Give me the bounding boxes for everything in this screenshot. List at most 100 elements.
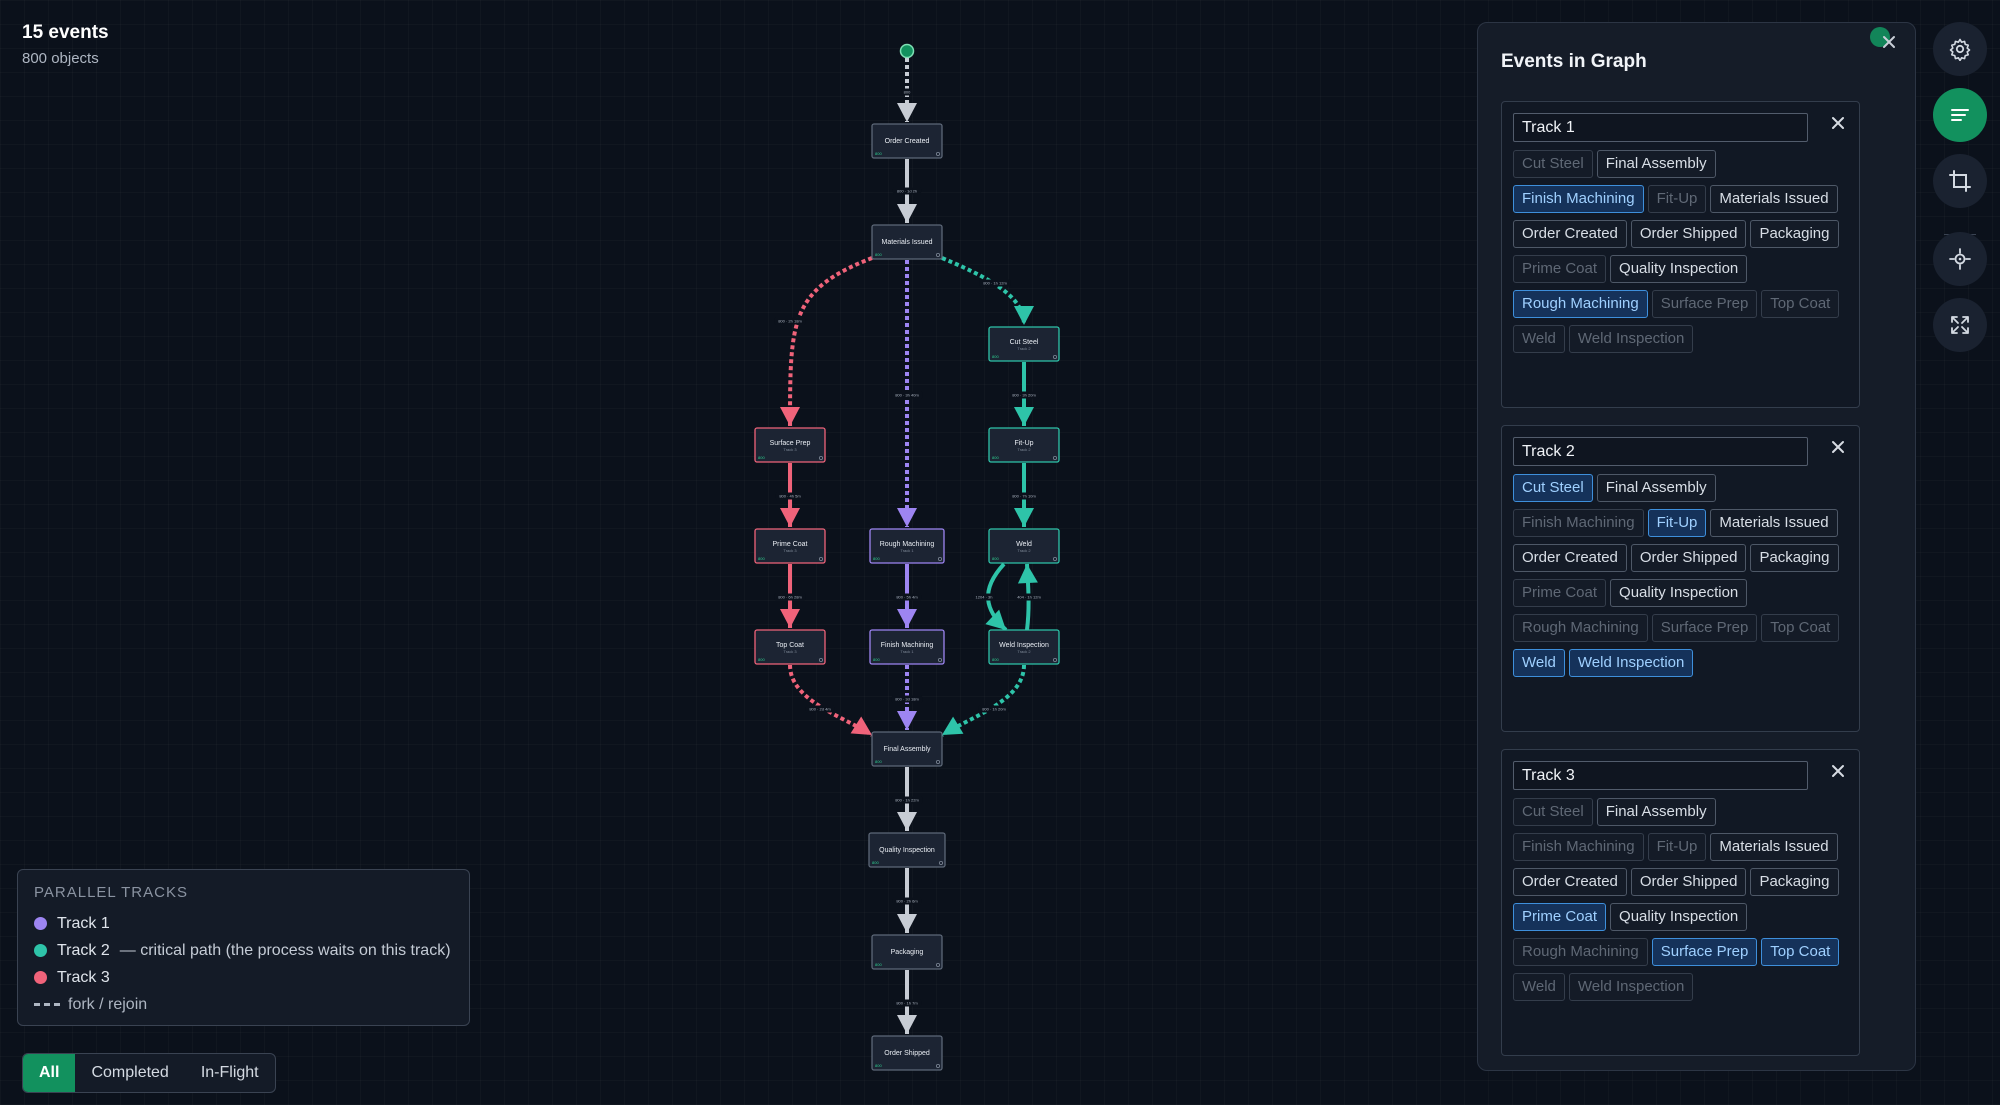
- arrowhead-icon: [897, 711, 917, 730]
- event-chip[interactable]: Packaging: [1750, 220, 1839, 248]
- event-chip[interactable]: Cut Steel: [1513, 798, 1593, 826]
- node-order-created[interactable]: Order Created 800: [871, 123, 943, 159]
- event-chip[interactable]: Weld: [1513, 649, 1565, 677]
- event-chip[interactable]: Order Shipped: [1630, 868, 1747, 896]
- node-count: 800: [873, 556, 880, 561]
- node-packaging[interactable]: Packaging 800: [871, 934, 943, 970]
- event-chip[interactable]: Top Coat: [1761, 938, 1840, 966]
- edge-materials-issued-to-rough-machining[interactable]: 800 · 3h 40m: [891, 260, 923, 527]
- event-chip[interactable]: Quality Inspection: [1610, 579, 1748, 607]
- event-chip[interactable]: Final Assembly: [1596, 150, 1716, 178]
- event-chip[interactable]: Prime Coat: [1513, 255, 1607, 283]
- event-chip[interactable]: Order Created: [1513, 220, 1627, 248]
- close-panel-button[interactable]: [1881, 33, 1897, 56]
- edge-cut-steel-to-fit-up[interactable]: 800 · 3h 20m: [1008, 362, 1040, 426]
- edge-weld-to-weld-inspection[interactable]: 1204 · 3h: [972, 562, 1008, 632]
- event-chip[interactable]: Prime Coat: [1513, 903, 1607, 931]
- remove-track-button[interactable]: [1831, 114, 1845, 135]
- track-card-1: Track 1 Cut Steel Final Assembly Finish Ma…: [1501, 101, 1860, 408]
- node-rough-machining[interactable]: Rough MachiningTrack 1 800: [869, 528, 945, 564]
- edge-order-created-to-materials-issued[interactable]: 800 · 1d 2h: [892, 159, 922, 223]
- event-chip[interactable]: Rough Machining: [1513, 290, 1648, 318]
- track-name-input[interactable]: Track 3: [1513, 761, 1808, 790]
- list-button[interactable]: [1933, 88, 1987, 142]
- event-chip[interactable]: Surface Prep: [1651, 614, 1758, 642]
- edge-rough-machining-to-finish-machining[interactable]: 800 · 5h 4m: [892, 564, 922, 628]
- settings-button[interactable]: [1933, 22, 1987, 76]
- event-chip[interactable]: Quality Inspection: [1610, 255, 1748, 283]
- fullscreen-button[interactable]: [1933, 298, 1987, 352]
- event-chip[interactable]: Order Shipped: [1630, 220, 1747, 248]
- edge-materials-issued-to-surface-prep[interactable]: 800 · 2h 18m: [774, 256, 873, 427]
- event-chip[interactable]: Finish Machining: [1513, 509, 1644, 537]
- edge-final-assembly-to-quality-inspection[interactable]: 800 · 1h 22m: [891, 767, 923, 831]
- node-order-shipped[interactable]: Order Shipped 800: [871, 1035, 943, 1071]
- node-quality-inspection[interactable]: Quality Inspection 800: [868, 832, 946, 868]
- event-chip[interactable]: Rough Machining: [1513, 938, 1648, 966]
- edge-finish-machining-to-final-assembly[interactable]: 800 · 3d 18m: [891, 665, 923, 730]
- edge-prime-coat-to-top-coat[interactable]: 800 · 6h 28m: [774, 564, 806, 628]
- event-chip[interactable]: Fit-Up: [1647, 833, 1707, 861]
- event-chip[interactable]: Order Created: [1513, 868, 1627, 896]
- event-chip[interactable]: Materials Issued: [1710, 833, 1838, 861]
- event-chip[interactable]: Finish Machining: [1513, 185, 1644, 213]
- remove-track-button[interactable]: [1831, 438, 1845, 459]
- event-chip[interactable]: Rough Machining: [1513, 614, 1648, 642]
- event-chip[interactable]: Quality Inspection: [1610, 903, 1748, 931]
- event-chip[interactable]: Order Shipped: [1630, 544, 1747, 572]
- edge-start-to-order-created[interactable]: 800: [897, 58, 917, 122]
- node-fit-up[interactable]: Fit-UpTrack 2 800: [988, 427, 1060, 463]
- edge-materials-issued-to-cut-steel[interactable]: 800 · 1h 12m: [941, 256, 1034, 326]
- event-chip[interactable]: Order Created: [1513, 544, 1627, 572]
- event-chip[interactable]: Fit-Up: [1647, 185, 1707, 213]
- edge-weld-inspection-to-weld[interactable]: 404 · 1h 12m: [1013, 563, 1045, 631]
- node-prime-coat[interactable]: Prime CoatTrack 3 800: [754, 528, 826, 564]
- event-chip[interactable]: Materials Issued: [1710, 509, 1838, 537]
- event-chip[interactable]: Packaging: [1750, 544, 1839, 572]
- node-weld[interactable]: WeldTrack 2 800: [988, 528, 1060, 564]
- event-chip[interactable]: Surface Prep: [1651, 290, 1758, 318]
- node-materials-issued[interactable]: Materials Issued 800: [871, 224, 943, 260]
- event-chip[interactable]: Cut Steel: [1513, 474, 1593, 502]
- event-chip[interactable]: Cut Steel: [1513, 150, 1593, 178]
- event-chip[interactable]: Top Coat: [1761, 614, 1840, 642]
- remove-track-button[interactable]: [1831, 762, 1845, 783]
- event-chip[interactable]: Weld Inspection: [1568, 973, 1694, 1001]
- event-chip[interactable]: Weld Inspection: [1568, 325, 1694, 353]
- event-chip[interactable]: Weld Inspection: [1568, 649, 1694, 677]
- event-chip[interactable]: Packaging: [1750, 868, 1839, 896]
- node-count: 800: [875, 252, 882, 257]
- node-count: 800: [875, 759, 882, 764]
- crop-icon: [1949, 170, 1971, 192]
- edge-weld-inspection-to-final-assembly[interactable]: 800 · 1h 20m: [940, 664, 1026, 737]
- edge-packaging-to-order-shipped[interactable]: 800 · 1h 7m: [892, 970, 922, 1034]
- node-weld-inspection[interactable]: Weld InspectionTrack 2 800: [988, 629, 1060, 665]
- node-top-coat[interactable]: Top CoatTrack 3 800: [754, 629, 826, 665]
- center-view-button[interactable]: [1933, 232, 1987, 286]
- node-finish-machining[interactable]: Finish MachiningTrack 1 800: [869, 629, 945, 665]
- edge-surface-prep-to-prime-coat[interactable]: 800 · 4h 5m: [775, 463, 805, 527]
- crop-button[interactable]: [1933, 154, 1987, 208]
- node-final-assembly[interactable]: Final Assembly 800: [871, 731, 943, 767]
- event-chip[interactable]: Finish Machining: [1513, 833, 1644, 861]
- filter-inflight-button[interactable]: In-Flight: [185, 1054, 275, 1092]
- track-name-input[interactable]: Track 1: [1513, 113, 1808, 142]
- node-surface-prep[interactable]: Surface PrepTrack 3 800: [754, 427, 826, 463]
- event-chip[interactable]: Top Coat: [1761, 290, 1840, 318]
- event-chip[interactable]: Prime Coat: [1513, 579, 1607, 607]
- event-chip[interactable]: Weld: [1513, 325, 1565, 353]
- node-cut-steel[interactable]: Cut SteelTrack 2 800: [988, 326, 1060, 362]
- edge-top-coat-to-final-assembly[interactable]: 800 · 2d 4m: [788, 664, 874, 737]
- event-chip[interactable]: Fit-Up: [1647, 509, 1707, 537]
- track-name-input[interactable]: Track 2: [1513, 437, 1808, 466]
- event-chip[interactable]: Final Assembly: [1596, 474, 1716, 502]
- filter-all-button[interactable]: All: [23, 1054, 76, 1092]
- edge-quality-inspection-to-packaging[interactable]: 800 · 2h 6m: [892, 868, 922, 933]
- start-node-icon[interactable]: [899, 43, 915, 59]
- event-chip[interactable]: Final Assembly: [1596, 798, 1716, 826]
- event-chip[interactable]: Weld: [1513, 973, 1565, 1001]
- event-chip[interactable]: Surface Prep: [1651, 938, 1758, 966]
- edge-fit-up-to-weld[interactable]: 800 · 7h 10m: [1008, 463, 1040, 527]
- event-chip[interactable]: Materials Issued: [1710, 185, 1838, 213]
- filter-completed-button[interactable]: Completed: [75, 1054, 184, 1092]
